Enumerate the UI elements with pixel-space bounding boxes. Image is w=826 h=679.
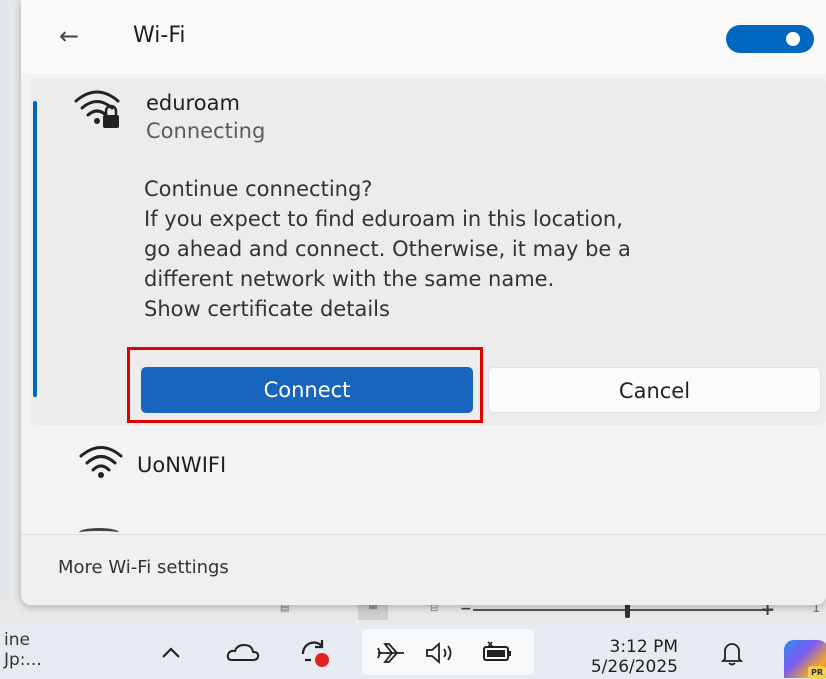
taskbar: ine Jp:... 3:12 PM 5/26/2025 — [0, 624, 826, 679]
quick-settings-tray[interactable] — [362, 629, 534, 675]
panel-header: ← Wi-Fi — [21, 0, 826, 74]
zoom-slider-track — [473, 609, 773, 611]
taskbar-partial-text: ine Jp:... — [4, 630, 42, 670]
onedrive-cloud-icon[interactable] — [226, 642, 260, 664]
wifi-icon — [79, 446, 123, 478]
connect-button[interactable]: Connect — [141, 367, 473, 413]
network-name: eduroam — [146, 91, 240, 115]
sync-alert-icon[interactable] — [298, 638, 330, 668]
connect-prompt: Continue connecting? If you expect to fi… — [144, 174, 826, 324]
battery-icon — [483, 641, 511, 661]
clock-date: 5/26/2025 — [590, 657, 678, 677]
selection-accent-bar — [33, 101, 37, 397]
arrow-left-icon[interactable]: ← — [59, 16, 79, 56]
prompt-line: different network with the same name. — [144, 267, 555, 291]
copilot-badge: PR — [808, 666, 826, 679]
prompt-line: If you expect to find eduroam in this lo… — [144, 207, 623, 231]
partial-text-line: Jp:... — [4, 650, 42, 670]
bell-icon[interactable] — [720, 639, 744, 667]
show-certificate-link[interactable]: Show certificate details — [144, 294, 826, 324]
toggle-knob — [786, 32, 800, 46]
taskbar-clock[interactable]: 3:12 PM 5/26/2025 — [560, 637, 678, 677]
wifi-toggle[interactable] — [726, 25, 814, 53]
network-item-eduroam: eduroam Connecting Continue connecting? … — [30, 79, 826, 425]
prompt-line: go ahead and connect. Otherwise, it may … — [144, 237, 631, 261]
airplane-icon — [377, 643, 404, 663]
prompt-question: Continue connecting? — [144, 177, 373, 201]
partial-text-line: ine — [4, 630, 30, 650]
wifi-secured-icon — [74, 90, 120, 128]
panel-footer: More Wi-Fi settings — [21, 535, 826, 605]
volume-icon — [426, 642, 452, 664]
panel-title: Wi-Fi — [133, 23, 186, 48]
network-name: UoNWIFI — [137, 453, 227, 477]
wifi-flyout-panel: ← Wi-Fi eduroam Connecting Continue conn… — [21, 0, 826, 605]
network-status: Connecting — [146, 119, 266, 143]
clock-time: 3:12 PM — [609, 637, 679, 657]
chevron-up-icon[interactable] — [160, 646, 182, 660]
more-wifi-settings-link[interactable]: More Wi-Fi settings — [58, 555, 229, 581]
cancel-button[interactable]: Cancel — [488, 367, 821, 413]
